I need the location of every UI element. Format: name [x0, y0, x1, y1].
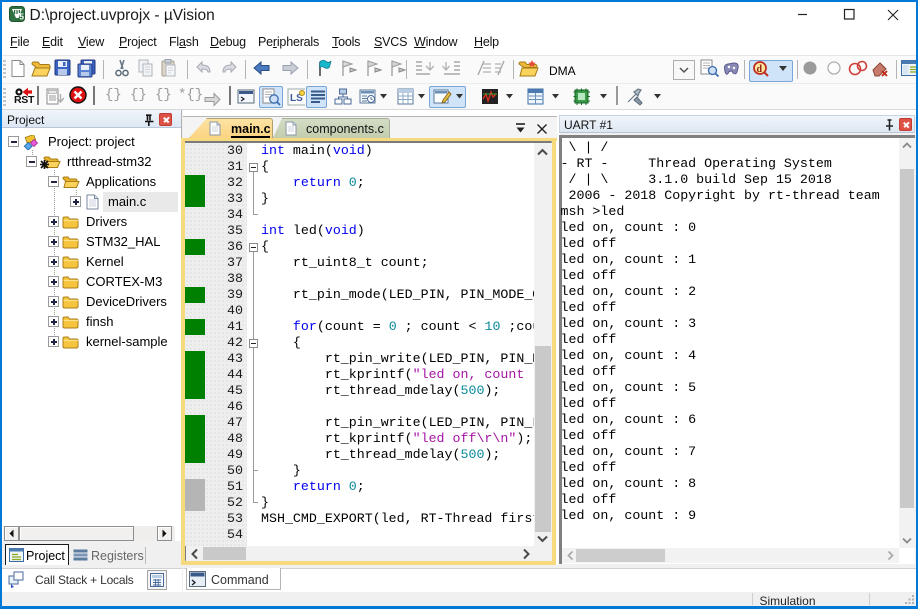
svg-text:d: d [757, 64, 763, 75]
svg-text:5: 5 [20, 13, 25, 22]
